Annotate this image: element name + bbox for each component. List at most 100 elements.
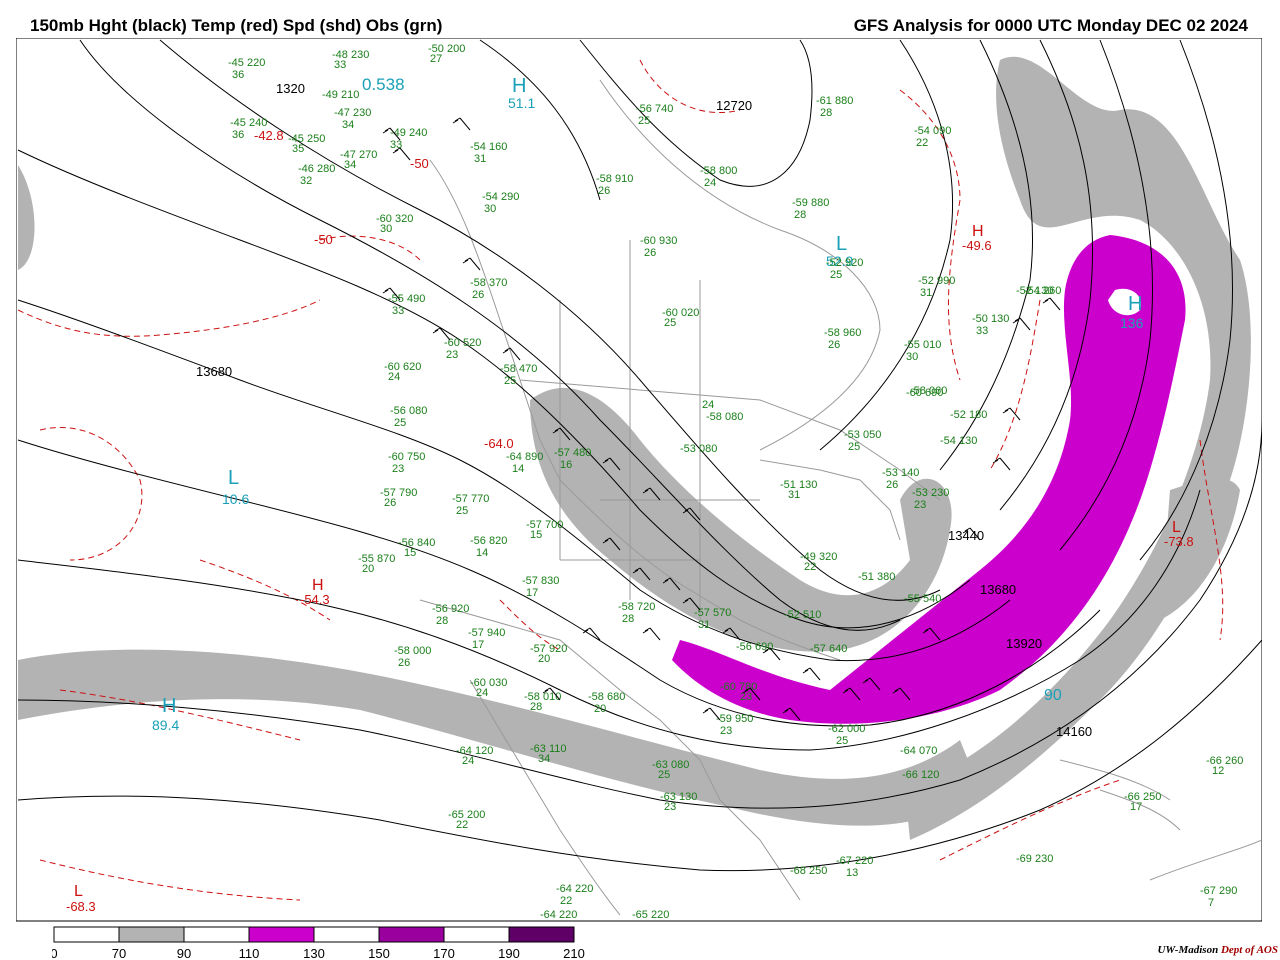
station-obs-value: -53 080	[680, 443, 717, 455]
station-obs-value: -67 220	[836, 855, 873, 867]
station-obs-value: 23	[664, 801, 676, 813]
station-obs-value: -53 140	[882, 467, 919, 479]
station-obs-value: -64 070	[900, 745, 937, 757]
station-obs-value: -52 990	[918, 275, 955, 287]
station-obs-value: 17	[526, 587, 538, 599]
station-obs-value: -58 960	[824, 327, 861, 339]
station-obs-value: -45 220	[228, 57, 265, 69]
station-obs-value: -53 230	[912, 487, 949, 499]
station-obs-value: 33	[976, 325, 988, 337]
station-obs-value: 26	[398, 657, 410, 669]
station-obs-value: -57 770	[452, 493, 489, 505]
station-obs-value: -47 230	[334, 107, 371, 119]
station-obs-value: 23	[446, 349, 458, 361]
station-obs-value: -53 050	[844, 429, 881, 441]
temp-max-value: -49.6	[962, 238, 992, 253]
station-obs-value: 28	[794, 209, 806, 221]
station-obs-value: 26	[472, 289, 484, 301]
misc-label: 0.538	[362, 75, 405, 94]
legend-color-box	[183, 926, 250, 943]
credit-dept: Dept of AOS	[1220, 944, 1278, 956]
legend-color-box	[378, 926, 445, 943]
station-obs-value: -59 950	[716, 713, 753, 725]
station-obs-value: -58 080	[706, 411, 743, 423]
station-obs-value: 24	[704, 177, 716, 189]
station-obs-value: 23	[392, 463, 404, 475]
station-obs-value: 15	[404, 547, 416, 559]
station-obs-value: -58 720	[618, 601, 655, 613]
station-obs-value: 26	[886, 479, 898, 491]
station-obs-value: 22	[456, 819, 468, 831]
misc-label: -50	[410, 156, 429, 171]
station-obs-value: -56 920	[432, 603, 469, 615]
station-obs-value: -45 240	[230, 117, 267, 129]
station-obs-value: 30	[906, 351, 918, 363]
station-obs-value: 24	[462, 755, 474, 767]
temp-min-value: -68.3	[66, 899, 96, 914]
map-title-right: GFS Analysis for 0000 UTC Monday DEC 02 …	[853, 16, 1248, 35]
station-obs-value: 34	[342, 119, 354, 131]
station-obs-value: 31	[788, 489, 800, 501]
station-obs-value: 16	[560, 459, 572, 471]
station-obs-value: 20	[538, 653, 550, 665]
station-obs-value: 26	[598, 185, 610, 197]
station-obs-value: 20	[362, 563, 374, 575]
high-center-value: 51.1	[508, 95, 535, 111]
station-obs-value: -66 120	[902, 769, 939, 781]
station-obs-value: -46 280	[298, 163, 335, 175]
low-center-label: L	[228, 467, 239, 489]
contour-label: 13680	[196, 364, 232, 379]
station-obs-value: 15	[530, 529, 542, 541]
high-center-value: 136	[1120, 315, 1144, 331]
station-obs-value: -58 060	[910, 385, 947, 397]
station-obs-value: 25	[504, 375, 516, 387]
station-obs-value: 36	[232, 69, 244, 81]
legend-color-box	[118, 926, 185, 943]
legend-color-box	[53, 926, 120, 943]
station-obs-value: -67 290	[1200, 885, 1237, 897]
station-obs-value: -56 080	[390, 405, 427, 417]
low-center-value: 10.6	[222, 491, 249, 507]
station-obs-value: 28	[820, 107, 832, 119]
wind-speed-legend: 0 70 90 110 130 150 170 190 210	[52, 926, 585, 960]
high-center-value: 89.4	[152, 717, 179, 733]
station-obs-value: 25	[394, 417, 406, 429]
station-obs-value: 26	[644, 247, 656, 259]
credit-org: UW-Madison	[1157, 944, 1219, 956]
temp-min-label: L	[74, 883, 83, 900]
station-obs-value: 24	[702, 399, 714, 411]
map-title-left: 150mb Hght (black) Temp (red) Spd (shd) …	[30, 16, 443, 35]
contour-label: 12720	[716, 98, 752, 113]
station-obs-value: -54 260	[1024, 285, 1061, 297]
station-obs-value: -69 230	[1016, 853, 1053, 865]
station-obs-value: -58 370	[470, 277, 507, 289]
legend-tick-label: 110	[239, 946, 260, 960]
station-obs-value: -61 880	[816, 95, 853, 107]
station-obs-value: -55 540	[904, 593, 941, 605]
station-obs-value: 13	[846, 867, 858, 879]
station-obs-value: -51 380	[858, 571, 895, 583]
high-center-label: H	[162, 695, 176, 717]
station-obs-value: -58 910	[596, 173, 633, 185]
station-obs-value: 33	[392, 305, 404, 317]
station-obs-value: -50 130	[972, 313, 1009, 325]
station-obs-value: 14	[476, 547, 488, 559]
temp-max-value: -54.3	[300, 592, 330, 607]
station-obs-value: 34	[344, 159, 356, 171]
station-obs-value: 22	[560, 895, 572, 907]
legend-color-box	[248, 926, 315, 943]
station-obs-value: -54 130	[940, 435, 977, 447]
station-obs-value: 25	[836, 735, 848, 747]
station-obs-value: -49 210	[322, 89, 359, 101]
station-obs-value: -55 010	[904, 339, 941, 351]
station-obs-value: 22	[804, 561, 816, 573]
station-obs-value: 32	[300, 175, 312, 187]
legend-tick-label: 70	[112, 946, 126, 960]
contour-label: 13680	[980, 582, 1016, 597]
station-obs-value: 27	[430, 53, 442, 65]
contour-label: 13920	[1006, 636, 1042, 651]
station-obs-value: 17	[472, 639, 484, 651]
station-obs-value: -57 940	[468, 627, 505, 639]
station-obs-value: -59 880	[792, 197, 829, 209]
low-center-label: L	[836, 233, 847, 255]
